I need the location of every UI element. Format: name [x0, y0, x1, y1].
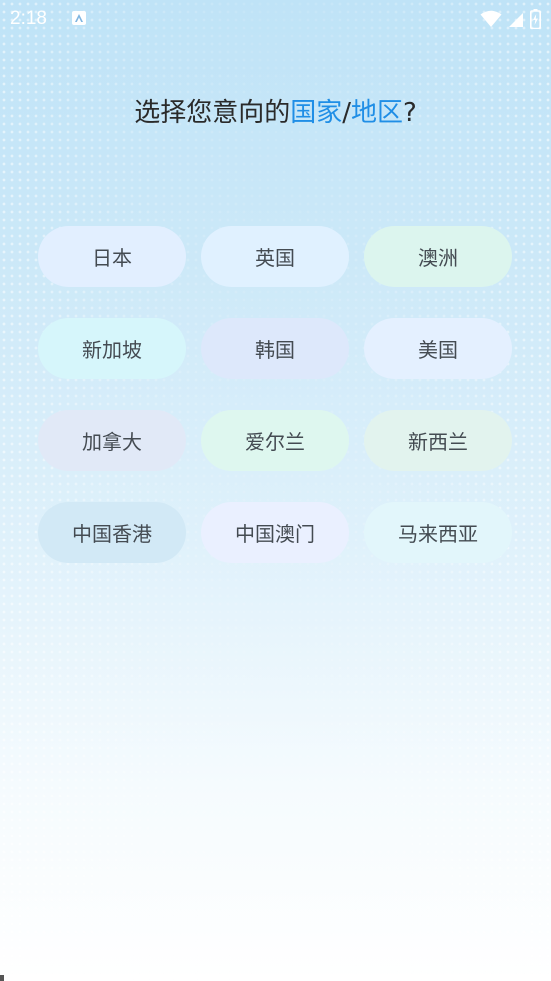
a-app-icon: [72, 11, 86, 25]
title-prefix: 选择您意向的: [134, 98, 291, 128]
battery-icon: [530, 9, 541, 33]
title-highlight-country: 国家: [290, 98, 343, 128]
option-macau[interactable]: 中国澳门: [201, 502, 349, 563]
nav-edge-marker: [0, 975, 4, 981]
option-label: 中国香港: [72, 522, 152, 546]
option-usa[interactable]: 美国: [364, 318, 512, 379]
destination-grid: 日本 英国 澳洲 新加坡 韩国 美国 加拿大 爱尔兰 新西兰 中国香港 中国澳门…: [38, 226, 514, 563]
option-japan[interactable]: 日本: [38, 226, 186, 287]
option-label: 新西兰: [408, 430, 468, 454]
option-label: 澳洲: [418, 246, 458, 270]
option-label: 英国: [255, 246, 295, 270]
wifi-icon: [480, 10, 502, 32]
title-suffix: ?: [403, 98, 417, 128]
option-label: 美国: [418, 338, 458, 362]
option-label: 新加坡: [82, 338, 142, 362]
status-bar: 2:18: [0, 0, 551, 38]
option-label: 马来西亚: [398, 522, 478, 546]
option-uk[interactable]: 英国: [201, 226, 349, 287]
option-canada[interactable]: 加拿大: [38, 410, 186, 471]
option-korea[interactable]: 韩国: [201, 318, 349, 379]
option-label: 韩国: [255, 338, 295, 362]
page-title: 选择您意向的国家/地区?: [0, 92, 551, 129]
option-new-zealand[interactable]: 新西兰: [364, 410, 512, 471]
option-australia[interactable]: 澳洲: [364, 226, 512, 287]
option-label: 加拿大: [82, 430, 142, 454]
option-label: 中国澳门: [235, 522, 315, 546]
status-time: 2:18: [10, 8, 47, 29]
option-ireland[interactable]: 爱尔兰: [201, 410, 349, 471]
title-highlight-region: 地区: [350, 98, 403, 128]
title-separator: /: [342, 98, 351, 128]
option-hong-kong[interactable]: 中国香港: [38, 502, 186, 563]
option-malaysia[interactable]: 马来西亚: [364, 502, 512, 563]
option-label: 日本: [92, 246, 132, 270]
status-icons: [480, 9, 541, 33]
signal-icon: [508, 10, 524, 32]
option-singapore[interactable]: 新加坡: [38, 318, 186, 379]
option-label: 爱尔兰: [245, 430, 305, 454]
